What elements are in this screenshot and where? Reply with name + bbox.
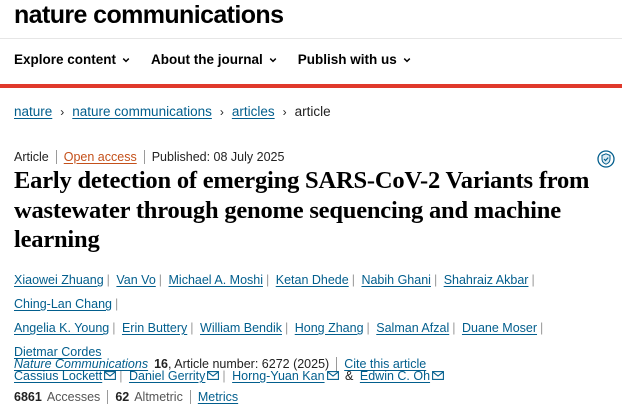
journal-volume: 16	[154, 357, 168, 371]
author-conjunction: &	[345, 369, 354, 383]
author-separator: |	[366, 321, 370, 335]
nav-explore-content[interactable]: Explore content	[14, 52, 130, 67]
author-link[interactable]: Michael A. Moshi	[169, 273, 263, 287]
accesses-count: 6861	[14, 390, 42, 404]
article-meta: Article Open access Published: 08 July 2…	[14, 150, 284, 164]
meta-divider	[143, 150, 145, 164]
author-link[interactable]: Ketan Dhede	[276, 273, 349, 287]
accesses-label: Accesses	[46, 390, 101, 404]
author-link[interactable]: Xiaowei Zhuang	[14, 273, 104, 287]
chevron-down-icon	[269, 57, 277, 62]
chevron-down-icon	[403, 57, 411, 62]
envelope-icon[interactable]	[326, 371, 339, 380]
altmetric-count: 62	[115, 390, 130, 404]
envelope-icon[interactable]	[207, 371, 220, 380]
author-separator: |	[540, 321, 544, 335]
citation-divider	[336, 357, 338, 371]
author-separator: |	[106, 273, 110, 287]
author-link[interactable]: Edwin C. Oh	[360, 369, 430, 383]
envelope-icon[interactable]	[104, 371, 117, 380]
author-separator: |	[119, 369, 123, 383]
author-separator: |	[433, 273, 438, 287]
breadcrumb-current: article	[294, 104, 331, 119]
author-link[interactable]: Salman Afzal	[376, 321, 449, 335]
nav-about-journal[interactable]: About the journal	[151, 52, 277, 67]
author-separator: |	[266, 273, 270, 287]
author-separator: |	[351, 273, 355, 287]
breadcrumb-separator: ›	[219, 104, 224, 119]
author-separator: |	[158, 273, 163, 287]
author-link[interactable]: Ching-Lan Chang	[14, 297, 112, 311]
author-separator: |	[284, 321, 289, 335]
journal-link[interactable]: Nature Communications	[14, 357, 148, 371]
open-access-link[interactable]: Open access	[64, 150, 137, 164]
author-separator: |	[531, 273, 535, 287]
author-link[interactable]: Cassius Lockett	[14, 369, 102, 383]
author-separator: |	[222, 369, 226, 383]
header-divider	[0, 38, 622, 39]
article-title: Early detection of emerging SARS-CoV-2 V…	[14, 167, 590, 253]
article-number: , Article number: 6272 (2025)	[168, 357, 330, 371]
author-separator: |	[115, 297, 119, 311]
author-link[interactable]: William Bendik	[200, 321, 282, 335]
author-separator: |	[190, 321, 194, 335]
published-date: Published: 08 July 2025	[151, 150, 285, 164]
breadcrumb-nature[interactable]: nature	[14, 104, 52, 119]
author-separator: |	[112, 321, 116, 335]
envelope-icon[interactable]	[432, 371, 444, 380]
breadcrumb-nature-communications[interactable]: nature communications	[72, 104, 212, 119]
site-logo[interactable]: nature communications	[14, 0, 284, 34]
author-link[interactable]: Erin Buttery	[122, 321, 187, 335]
metrics-divider	[189, 390, 191, 404]
nav-item-label: Publish with us	[297, 52, 397, 67]
altmetric-label: Altmetric	[134, 390, 183, 404]
author-link[interactable]: Daniel Gerrity	[129, 369, 205, 383]
author-link[interactable]: Duane Moser	[462, 321, 537, 335]
author-link[interactable]: Horng-Yuan Kan	[232, 369, 324, 383]
breadcrumb: nature › nature communications › article…	[14, 104, 331, 119]
breadcrumb-separator: ›	[282, 104, 287, 119]
author-separator: |	[452, 321, 456, 335]
author-link[interactable]: Shahraiz Akbar	[444, 273, 529, 287]
metrics-link[interactable]: Metrics	[198, 390, 238, 404]
accent-bar	[0, 84, 622, 88]
author-link[interactable]: Nabih Ghani	[361, 273, 431, 287]
breadcrumb-articles[interactable]: articles	[232, 104, 275, 119]
author-link[interactable]: Angelia K. Young	[14, 321, 109, 335]
author-link[interactable]: Hong Zhang	[295, 321, 364, 335]
metrics-line: 6861 Accesses 62 Altmetric Metrics	[14, 390, 238, 404]
breadcrumb-separator: ›	[60, 104, 65, 119]
author-link[interactable]: Van Vo	[116, 273, 155, 287]
chevron-down-icon	[122, 57, 130, 62]
citation-line: Nature Communications 16 , Article numbe…	[14, 357, 426, 371]
main-nav: Explore content About the journal Publis…	[14, 52, 432, 67]
nav-item-label: About the journal	[151, 52, 263, 67]
nav-item-label: Explore content	[14, 52, 117, 67]
cite-this-article-link[interactable]: Cite this article	[344, 357, 426, 371]
metrics-divider	[107, 390, 109, 404]
article-type: Article	[14, 150, 49, 164]
meta-divider	[55, 150, 57, 164]
nav-publish-with-us[interactable]: Publish with us	[298, 52, 411, 67]
